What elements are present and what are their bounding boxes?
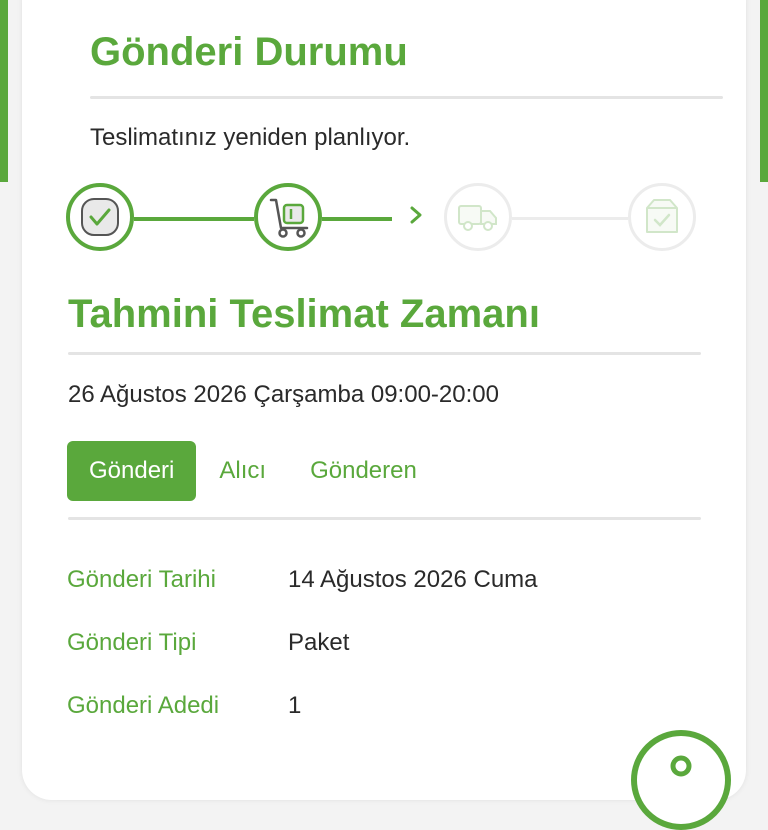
check-icon [81, 198, 119, 236]
status-message: Teslimatınız yeniden planlıyor. [90, 124, 411, 151]
tab-recipient[interactable]: Alıcı [196, 441, 288, 501]
tabs-divider [68, 517, 701, 520]
status-title: Gönderi Durumu [90, 30, 408, 74]
detail-label: Gönderi Adedi [67, 691, 220, 719]
delivery-truck-icon [458, 205, 497, 231]
detail-label: Gönderi Tarihi [67, 565, 216, 593]
progress-line-2 [322, 217, 392, 221]
detail-row: Gönderi Tipi Paket [67, 611, 538, 674]
detail-value: 14 Ağustos 2026 Cuma [288, 565, 538, 593]
estimate-value: 26 Ağustos 2026 Çarşamba 09:00-20:00 [68, 381, 499, 408]
delivery-progress-stepper [66, 183, 706, 259]
detail-label: Gönderi Tipi [67, 628, 197, 656]
tab-sender[interactable]: Gönderen [288, 441, 439, 501]
chevron-right-icon [410, 206, 422, 224]
detail-value: Paket [288, 628, 350, 656]
floating-action-button[interactable] [631, 730, 731, 830]
support-icon [670, 755, 692, 777]
detail-row: Gönderi Tarihi 14 Ağustos 2026 Cuma [67, 548, 538, 611]
background-accent-left [0, 0, 8, 182]
progress-line-3 [512, 217, 628, 220]
step-in-transit [254, 183, 322, 251]
detail-row: Gönderi Adedi 1 [67, 674, 538, 737]
box-check-icon [646, 199, 678, 233]
background-accent-right [760, 0, 768, 182]
shipment-details: Gönderi Tarihi 14 Ağustos 2026 Cuma Gönd… [67, 548, 538, 737]
detail-tabs: Gönderi Alıcı Gönderen [67, 441, 439, 501]
tab-shipment[interactable]: Gönderi [67, 441, 197, 501]
step-out-for-delivery [444, 183, 512, 251]
hand-truck-icon [269, 198, 309, 238]
step-delivered [628, 183, 696, 251]
estimate-title: Tahmini Teslimat Zamanı [68, 292, 540, 336]
step-received [66, 183, 134, 251]
estimate-divider [68, 352, 701, 355]
detail-value: 1 [288, 691, 302, 719]
progress-line-1 [134, 217, 254, 221]
status-divider [90, 96, 723, 99]
